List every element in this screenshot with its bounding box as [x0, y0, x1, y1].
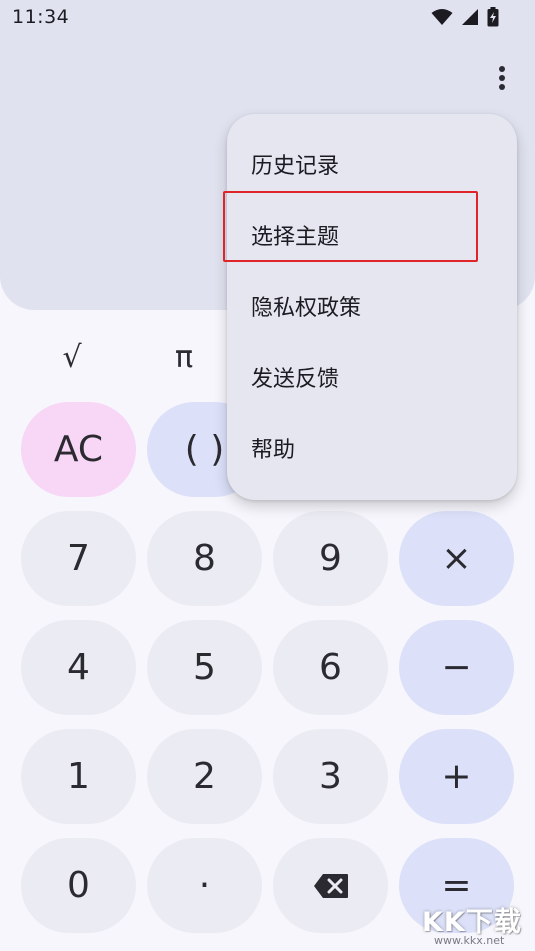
digit-0-button[interactable]: 0	[21, 838, 136, 933]
status-bar: 11:34	[0, 0, 535, 36]
wifi-icon	[431, 9, 453, 25]
status-icons	[431, 7, 499, 27]
digit-2-button[interactable]: 2	[147, 729, 262, 824]
menu-item-history[interactable]: 历史记录	[227, 134, 517, 194]
clear-button[interactable]: AC	[21, 402, 136, 497]
signal-icon	[462, 9, 478, 25]
more-options-button[interactable]	[484, 58, 520, 98]
highlight-box	[223, 191, 478, 262]
watermark: KK下载 www.kkx.net	[418, 898, 532, 950]
digit-6-button[interactable]: 6	[273, 620, 388, 715]
digit-9-button[interactable]: 9	[273, 511, 388, 606]
sqrt-button[interactable]: √	[42, 333, 102, 381]
digit-5-button[interactable]: 5	[147, 620, 262, 715]
backspace-button[interactable]	[273, 838, 388, 933]
pi-button[interactable]: π	[154, 333, 214, 381]
digit-7-button[interactable]: 7	[21, 511, 136, 606]
overflow-menu: 历史记录 选择主题 隐私权政策 发送反馈 帮助	[227, 114, 517, 500]
digit-3-button[interactable]: 3	[273, 729, 388, 824]
menu-item-help[interactable]: 帮助	[227, 418, 517, 478]
watermark-url: www.kkx.net	[434, 934, 505, 947]
plus-button[interactable]: +	[399, 729, 514, 824]
digit-8-button[interactable]: 8	[147, 511, 262, 606]
backspace-icon	[313, 873, 348, 898]
decimal-button[interactable]: ·	[147, 838, 262, 933]
digit-1-button[interactable]: 1	[21, 729, 136, 824]
digit-4-button[interactable]: 4	[21, 620, 136, 715]
minus-button[interactable]: −	[399, 620, 514, 715]
battery-charging-icon	[487, 7, 499, 27]
status-time: 11:34	[12, 6, 70, 28]
menu-item-send-feedback[interactable]: 发送反馈	[227, 347, 517, 407]
menu-item-privacy-policy[interactable]: 隐私权政策	[227, 276, 517, 336]
more-vert-icon	[499, 66, 505, 90]
multiply-button[interactable]: ×	[399, 511, 514, 606]
